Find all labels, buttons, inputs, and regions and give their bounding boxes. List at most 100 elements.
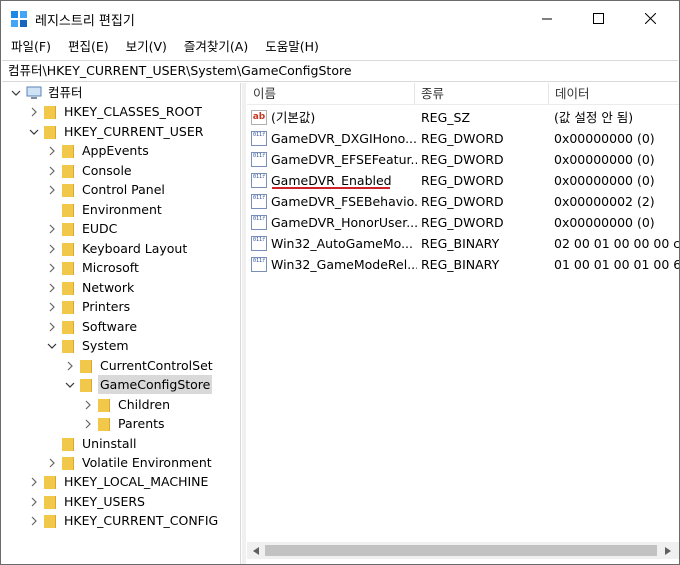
chevron-right-icon[interactable] <box>46 243 58 255</box>
tree-item-environment[interactable]: Environment <box>46 200 164 219</box>
tree-item-parents[interactable]: Parents <box>82 414 167 433</box>
scroll-right-icon[interactable] <box>661 545 675 556</box>
tree-item-currentcontrolset[interactable]: CurrentControlSet <box>64 356 215 375</box>
folder-icon <box>44 495 56 509</box>
tree-label: HKEY_CURRENT_CONFIG <box>64 513 219 528</box>
tree-item-hkcu[interactable]: HKEY_CURRENT_USER <box>28 122 205 141</box>
folder-icon <box>44 514 56 528</box>
tree-label: System <box>82 338 129 353</box>
tree-item-children[interactable]: Children <box>82 395 172 414</box>
chevron-right-icon[interactable] <box>28 476 40 488</box>
column-type-header[interactable]: 종류 <box>415 83 549 105</box>
chevron-down-icon[interactable] <box>46 340 58 352</box>
window-title: 레지스트리 편집기 <box>35 14 135 29</box>
value-row[interactable]: GameDVR_FSEBehavio... REG_DWORD 0x00000002… <box>247 191 679 212</box>
chevron-right-icon[interactable] <box>28 496 40 508</box>
horizontal-scrollbar[interactable] <box>247 542 679 559</box>
chevron-right-icon[interactable] <box>46 262 58 274</box>
computer-icon <box>26 86 42 99</box>
highlight-underline <box>272 187 390 189</box>
chevron-right-icon[interactable] <box>46 145 58 157</box>
value-row[interactable]: Win32_GameModeRel... REG_BINARY 01 00 01 0… <box>247 254 679 275</box>
column-data-header[interactable]: 데이터 <box>549 83 679 105</box>
menu-help[interactable]: 도움말(H) <box>255 37 326 57</box>
tree-item-keyboard-layout[interactable]: Keyboard Layout <box>46 239 189 258</box>
tree-label: EUDC <box>82 221 118 236</box>
chevron-right-icon[interactable] <box>46 184 58 196</box>
menu-view[interactable]: 보기(V) <box>116 37 174 57</box>
tree-item-eudc[interactable]: EUDC <box>46 219 119 238</box>
tree-item-software[interactable]: Software <box>46 317 139 336</box>
chevron-down-icon[interactable] <box>28 126 40 138</box>
tree-item-hku[interactable]: HKEY_USERS <box>28 492 147 511</box>
tree-item-microsoft[interactable]: Microsoft <box>46 258 141 277</box>
chevron-right-icon[interactable] <box>46 223 58 235</box>
value-name-cell: Win32_AutoGameMo... <box>251 233 417 254</box>
key-tree: 컴퓨터 HKEY_CLASSES_ROOT HKEY_CURRENT_USER … <box>2 83 241 564</box>
chevron-down-icon[interactable] <box>10 87 22 99</box>
value-name-cell: ab (기본값) <box>251 107 417 128</box>
tree-label: Software <box>82 319 138 334</box>
tree-item-hkcc[interactable]: HKEY_CURRENT_CONFIG <box>28 511 220 530</box>
tree-item-volatile-environment[interactable]: Volatile Environment <box>46 453 214 472</box>
column-name-header[interactable]: 이름 <box>247 83 415 105</box>
value-row[interactable]: Win32_AutoGameMo... REG_BINARY 02 00 01 00… <box>247 233 679 254</box>
value-name: Win32_GameModeRel... <box>271 257 417 272</box>
menu-favorites[interactable]: 즐겨찾기(A) <box>174 37 255 57</box>
value-name-cell: GameDVR_FSEBehavio... <box>251 191 417 212</box>
chevron-right-icon[interactable] <box>28 106 40 118</box>
value-data: (값 설정 안 됨) <box>554 110 634 125</box>
tree-item-system[interactable]: System <box>46 336 131 355</box>
menu-bar: 파일(F) 편집(E) 보기(V) 즐겨찾기(A) 도움말(H) <box>1 37 326 57</box>
tree-item-uninstall[interactable]: Uninstall <box>46 434 139 453</box>
minimize-button[interactable] <box>524 1 570 35</box>
value-type: REG_DWORD <box>421 152 504 167</box>
value-row[interactable]: GameDVR_DXGIHono... REG_DWORD 0x00000000 (… <box>247 128 679 149</box>
value-data: 0x00000002 (2) <box>554 194 655 209</box>
folder-icon <box>62 456 74 470</box>
tree-item-network[interactable]: Network <box>46 278 136 297</box>
scroll-left-icon[interactable] <box>249 545 263 556</box>
tree-item-appevents[interactable]: AppEvents <box>46 141 151 160</box>
tree-item-control-panel[interactable]: Control Panel <box>46 180 167 199</box>
chevron-right-icon[interactable] <box>46 321 58 333</box>
binary-value-icon <box>251 152 267 167</box>
tree-item-console[interactable]: Console <box>46 161 134 180</box>
tree-label: Parents <box>118 416 165 431</box>
menu-edit[interactable]: 편집(E) <box>58 37 116 57</box>
chevron-right-icon[interactable] <box>82 418 94 430</box>
values-list: 이름 종류 데이터 ab (기본값) REG_SZ (값 설정 안 됨) GameDVR… <box>247 83 679 564</box>
folder-icon <box>44 105 56 119</box>
chevron-right-icon[interactable] <box>46 165 58 177</box>
tree-item-hklm[interactable]: HKEY_LOCAL_MACHINE <box>28 472 210 491</box>
maximize-button[interactable] <box>575 1 621 35</box>
tree-item-hkcr[interactable]: HKEY_CLASSES_ROOT <box>28 102 204 121</box>
value-data: 0x00000000 (0) <box>554 131 655 146</box>
folder-icon <box>98 417 110 431</box>
chevron-right-icon[interactable] <box>82 399 94 411</box>
folder-open-icon <box>80 378 92 392</box>
folder-icon <box>44 125 56 139</box>
close-button[interactable] <box>627 1 673 35</box>
chevron-right-icon[interactable] <box>64 360 76 372</box>
tree-item-gameconfigstore[interactable]: GameConfigStore <box>64 375 213 394</box>
value-type: REG_DWORD <box>421 215 504 230</box>
chevron-down-icon[interactable] <box>64 379 76 391</box>
value-row[interactable]: ab (기본값) REG_SZ (값 설정 안 됨) <box>247 107 679 128</box>
menu-file[interactable]: 파일(F) <box>1 37 58 57</box>
address-bar[interactable]: 컴퓨터\HKEY_CURRENT_USER\System\GameConfigS… <box>2 60 678 82</box>
chevron-right-icon[interactable] <box>46 457 58 469</box>
chevron-right-icon[interactable] <box>46 282 58 294</box>
chevron-right-icon[interactable] <box>46 301 58 313</box>
value-row[interactable]: GameDVR_HonorUser... REG_DWORD 0x00000000 … <box>247 212 679 233</box>
folder-icon <box>62 164 74 178</box>
pane-splitter[interactable] <box>242 83 246 564</box>
string-value-icon: ab <box>251 110 267 125</box>
tree-label: Children <box>118 397 171 412</box>
tree-item-computer[interactable]: 컴퓨터 <box>10 83 85 102</box>
scrollbar-thumb[interactable] <box>265 545 657 556</box>
tree-item-printers[interactable]: Printers <box>46 297 132 316</box>
chevron-right-icon[interactable] <box>28 515 40 527</box>
value-row[interactable]: GameDVR_EFSEFeatur... REG_DWORD 0x00000000… <box>247 149 679 170</box>
value-type: REG_SZ <box>421 110 471 125</box>
